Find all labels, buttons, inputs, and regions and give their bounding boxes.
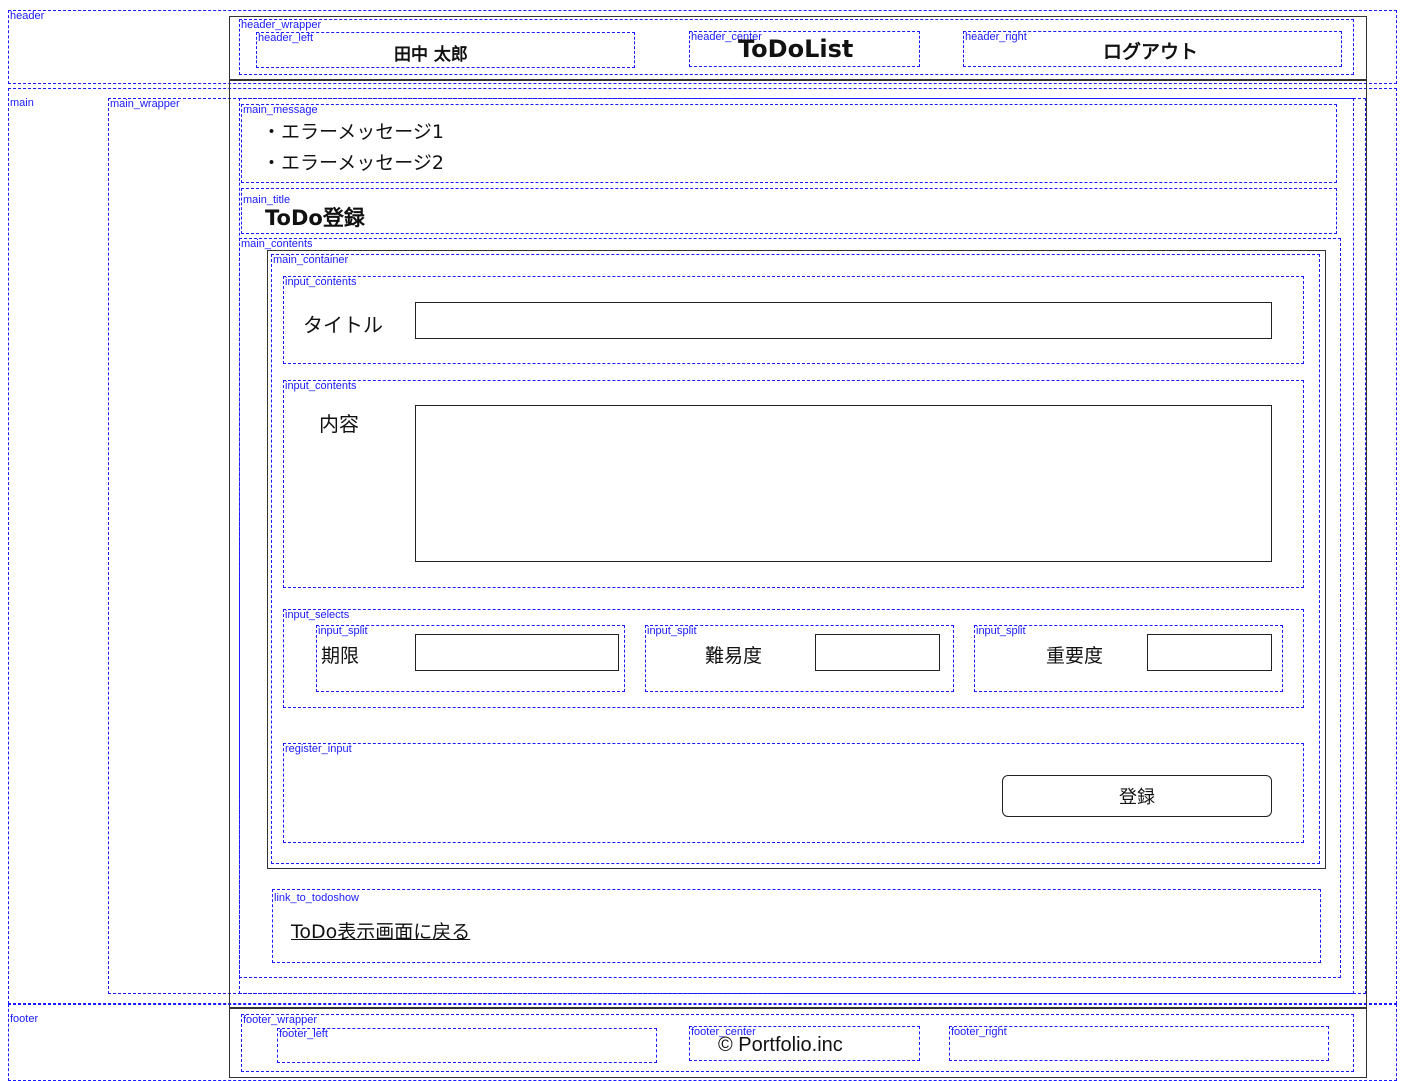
main-wrapper-guide-label: main_wrapper (110, 98, 180, 110)
header-guide-label: header (10, 10, 45, 22)
main-container-guide-label: main_container (273, 254, 349, 266)
header-center: header_center ToDoList (689, 31, 920, 67)
title-group-guide-label: input_contents (285, 276, 357, 288)
main-message: main_message ・エラーメッセージ1 ・エラーメッセージ2 (241, 104, 1337, 183)
difficulty-select[interactable] (815, 634, 940, 671)
header-right-guide-label: header_right (965, 31, 1027, 43)
copyright-text: © Portfolio.inc (718, 1034, 843, 1056)
error-message-2: ・エラーメッセージ2 (262, 152, 444, 174)
error-message-1: ・エラーメッセージ1 (262, 121, 444, 143)
input-selects-guide-label: input_selects (285, 609, 350, 621)
difficulty-split-guide-label: input_split (647, 625, 697, 637)
main-title: main_title ToDo登録 (241, 188, 1337, 234)
footer-right-guide-label: footer_right (951, 1026, 1007, 1038)
content-group-guide-label: input_contents (285, 380, 357, 392)
user-name: 田中 太郎 (394, 45, 468, 65)
back-to-todo-list-link[interactable]: ToDo表示画面に戻る (291, 917, 470, 944)
main-contents-guide-label: main_contents (241, 238, 313, 250)
importance-label: 重要度 (1046, 645, 1104, 667)
main-message-guide-label: main_message (243, 104, 318, 116)
header-wrapper-guide-label: header_wrapper (241, 19, 322, 31)
link-to-todoshow-guide-label: link_to_todoshow (274, 892, 360, 904)
difficulty-label: 難易度 (705, 645, 763, 667)
importance-split-guide-label: input_split (976, 625, 1026, 637)
footer-guide-label: footer (10, 1013, 39, 1025)
deadline-label: 期限 (321, 645, 360, 667)
importance-select[interactable] (1147, 634, 1272, 671)
app-title: ToDoList (738, 35, 854, 63)
deadline-split-guide-label: input_split (318, 625, 368, 637)
deadline-input[interactable] (415, 634, 619, 671)
content-textarea[interactable] (415, 405, 1272, 562)
register-input-guide-label: register_input (285, 743, 352, 755)
header-left: header_left 田中 太郎 (256, 32, 635, 68)
logout-link[interactable]: ログアウト (1103, 37, 1198, 64)
header-left-guide-label: header_left (258, 32, 314, 44)
footer-right: footer_right (949, 1026, 1329, 1061)
footer-left: footer_left (277, 1028, 657, 1063)
footer-center: footer_center © Portfolio.inc (689, 1026, 920, 1061)
title-label: タイトル (303, 313, 383, 337)
header-right: header_right ログアウト (963, 31, 1342, 67)
page-title: ToDo登録 (265, 206, 365, 230)
register-button[interactable]: 登録 (1002, 775, 1272, 817)
footer-wrapper-guide-label: footer_wrapper (243, 1014, 317, 1026)
content-label: 内容 (319, 412, 359, 436)
footer-left-guide-label: footer_left (279, 1028, 328, 1040)
title-input[interactable] (415, 302, 1272, 339)
main-guide-label: main (10, 97, 34, 109)
